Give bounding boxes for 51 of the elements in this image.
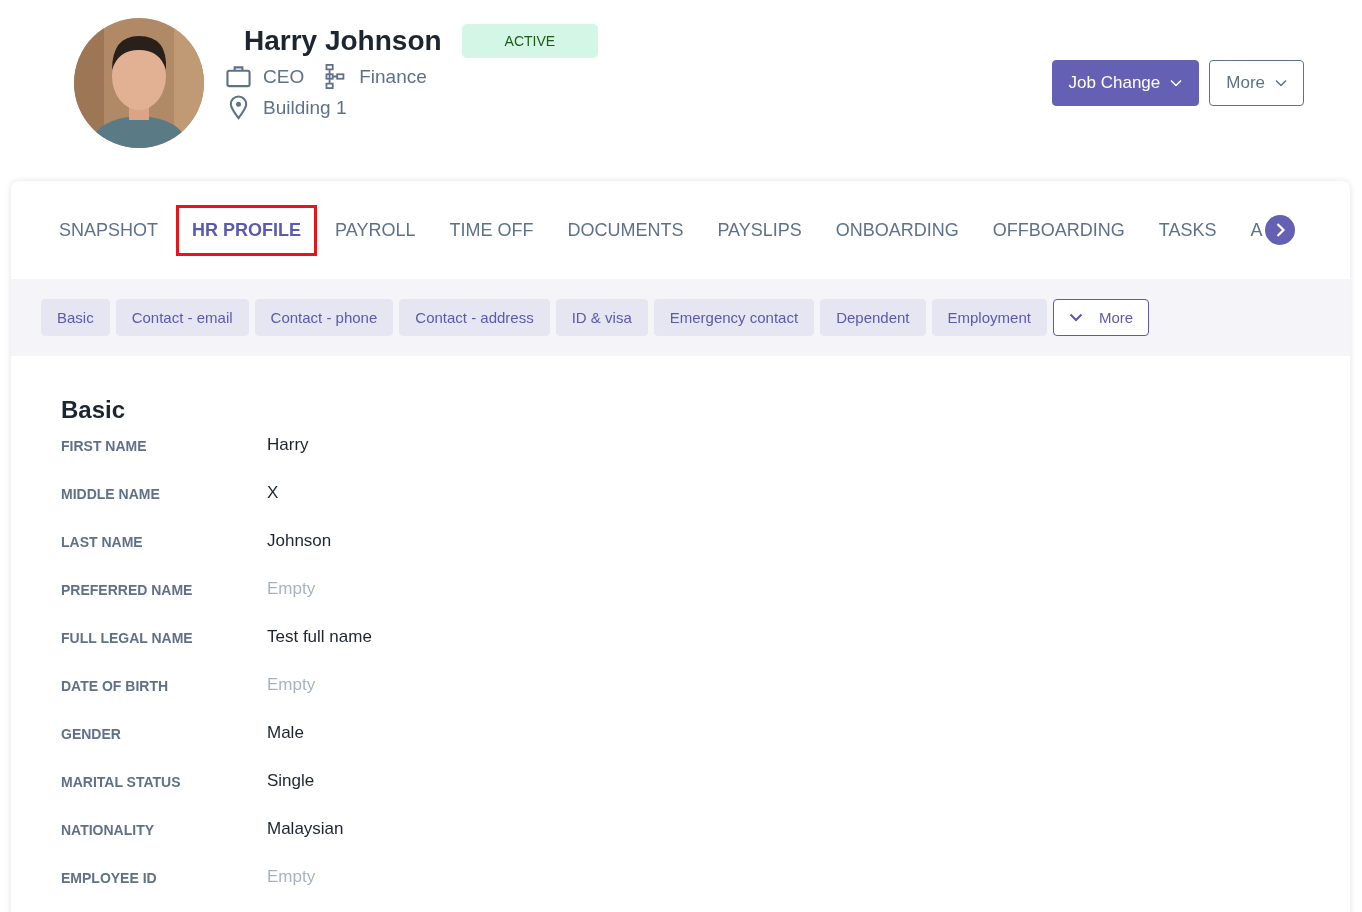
section-chip[interactable]: Dependent — [820, 299, 926, 336]
field-label: LAST NAME — [61, 533, 144, 550]
field-value: Male — [267, 722, 304, 743]
section-chip[interactable]: Employment — [931, 299, 1047, 336]
field-value: Test full name — [267, 626, 372, 647]
section-chip[interactable]: Contact - address — [399, 299, 550, 336]
chevron-down-icon — [1170, 79, 1183, 87]
job-change-button[interactable]: Job Change — [1051, 60, 1200, 106]
section-chip[interactable]: Contact - email — [115, 299, 249, 336]
tab[interactable]: TIME OFF — [433, 204, 550, 256]
employee-name: Harry Johnson — [244, 25, 442, 57]
field-value: Johnson — [267, 530, 332, 551]
field-value: Harry — [267, 434, 309, 455]
tab[interactable]: HR PROFILE — [176, 204, 318, 256]
tab[interactable]: TASKS — [1142, 204, 1233, 256]
status-badge: ACTIVE — [461, 24, 599, 58]
department: Finance — [359, 65, 427, 88]
tab[interactable]: A — [1234, 204, 1263, 256]
section-chip[interactable]: Emergency contact — [653, 299, 815, 336]
field-value: Empty — [267, 578, 316, 599]
more-sections-button[interactable]: More — [1052, 299, 1150, 336]
field-label: EMPLOYEE ID — [61, 869, 158, 886]
field-value: Empty — [267, 866, 316, 887]
tab[interactable]: PAYROLL — [319, 204, 432, 256]
tab[interactable]: ONBOARDING — [819, 204, 975, 256]
chevron-down-icon — [1275, 79, 1287, 87]
more-button[interactable]: More — [1209, 60, 1304, 106]
tab[interactable]: PAYSLIPS — [701, 204, 818, 256]
field-value: Single — [267, 770, 315, 791]
tab[interactable]: OFFBOARDING — [976, 204, 1141, 256]
chevron-down-icon — [1068, 313, 1083, 322]
tab[interactable]: DOCUMENTS — [551, 204, 700, 256]
field-label: FULL LEGAL NAME — [61, 629, 194, 646]
field-value: Empty — [267, 674, 316, 695]
field-label: DATE OF BIRTH — [61, 677, 170, 694]
section-chip[interactable]: Basic — [41, 299, 110, 336]
field-value: Malaysian — [267, 818, 344, 839]
field-label: FIRST NAME — [61, 437, 148, 454]
briefcase-icon — [226, 64, 251, 89]
job-title: CEO — [263, 65, 305, 88]
section-chip[interactable]: ID & visa — [555, 299, 648, 336]
field-label: MIDDLE NAME — [61, 485, 161, 502]
field-label: PREFERRED NAME — [61, 581, 194, 598]
section-chip[interactable]: Contact - phone — [254, 299, 394, 336]
field-label: GENDER — [61, 725, 122, 742]
field-value: X — [267, 482, 279, 503]
location: Building 1 — [263, 96, 347, 119]
section-title: Basic — [61, 396, 127, 424]
field-label: MARITAL STATUS — [61, 773, 182, 790]
tab[interactable]: SNAPSHOT — [43, 204, 175, 256]
field-label: NATIONALITY — [61, 821, 156, 838]
